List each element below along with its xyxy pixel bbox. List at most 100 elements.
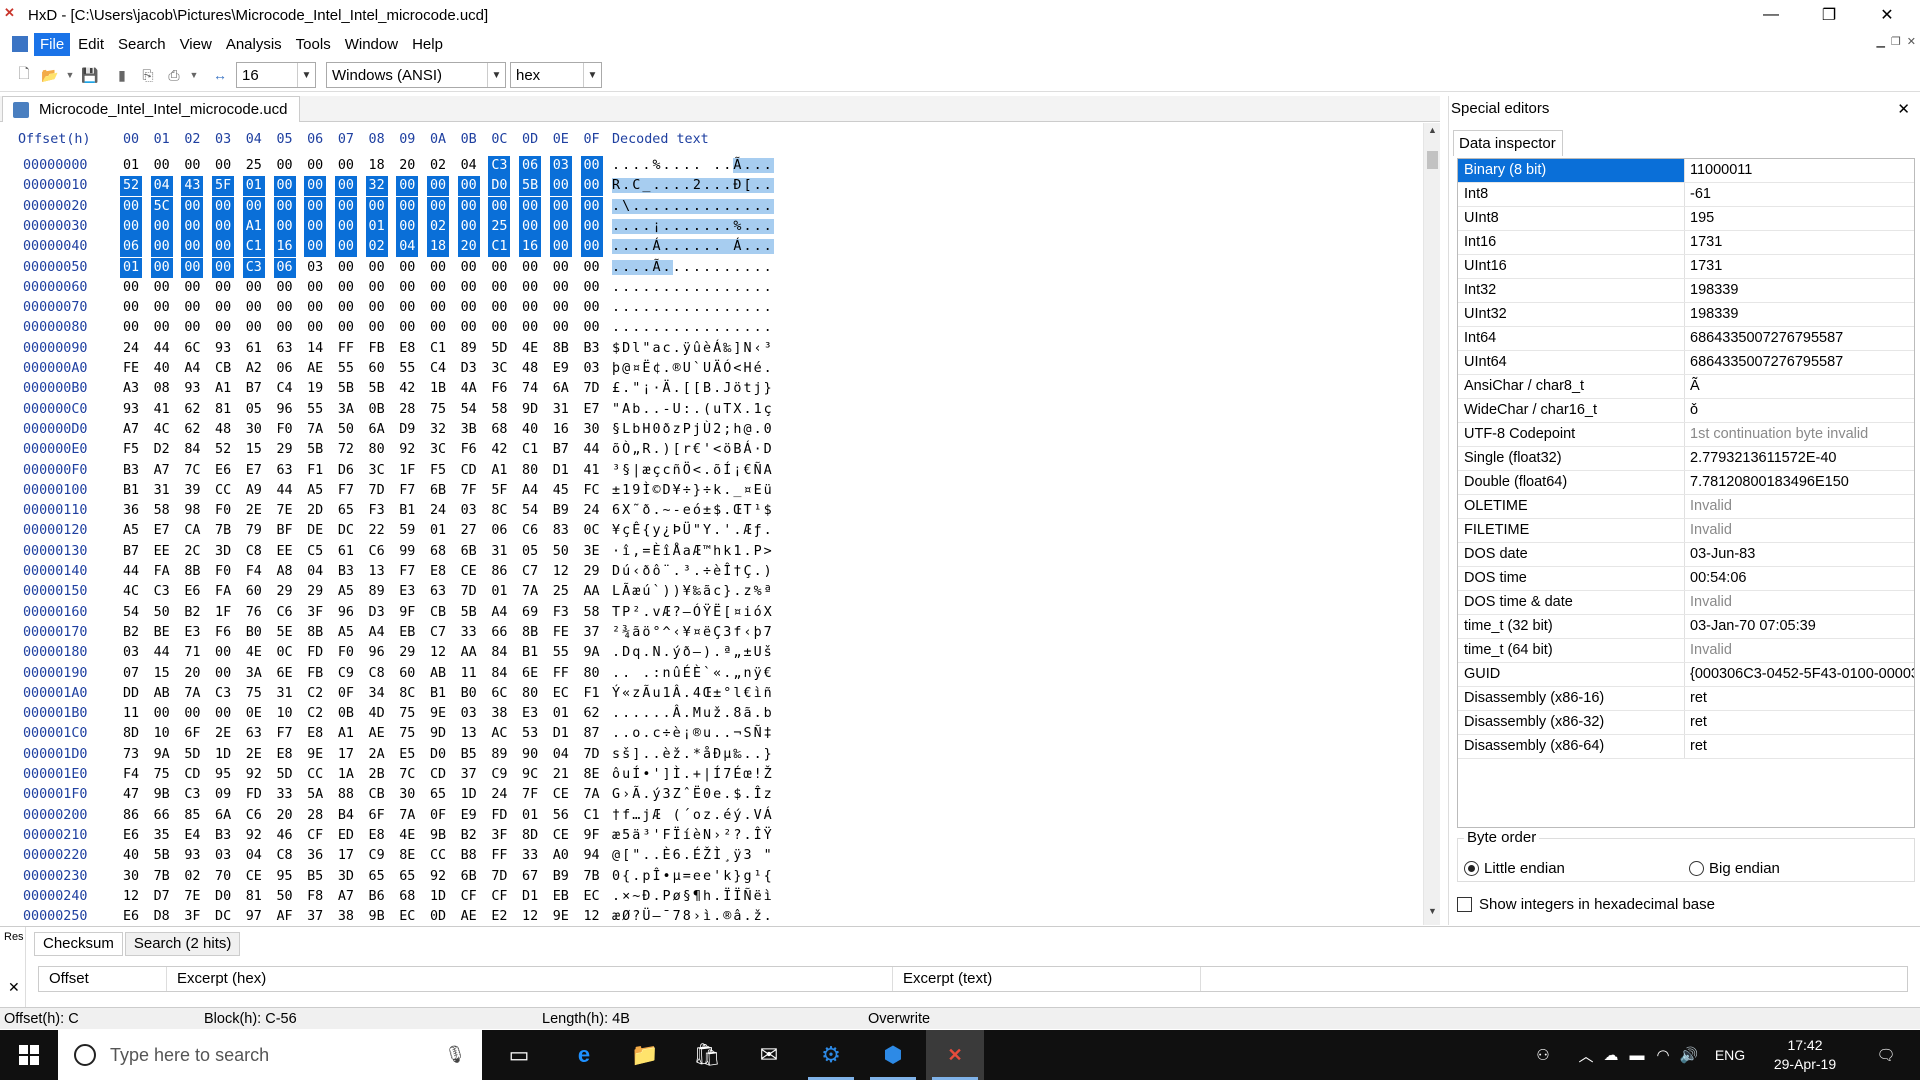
hex-byte[interactable]: 00 bbox=[396, 216, 419, 237]
hex-byte[interactable]: 7D bbox=[458, 582, 480, 602]
hex-byte[interactable]: 40 bbox=[519, 420, 541, 440]
hex-byte[interactable]: C1 bbox=[427, 339, 449, 359]
volume-icon[interactable]: 🔊 bbox=[1678, 1030, 1700, 1080]
hex-byte[interactable]: 79 bbox=[243, 521, 265, 541]
decoded-text[interactable]: ôuÍ•']Ì.+|Í7Éœ!Ž bbox=[612, 765, 774, 785]
decoded-text[interactable]: §LbH0ðzPjÙ2;h@.0 bbox=[612, 420, 774, 440]
hex-byte[interactable]: 00 bbox=[212, 704, 234, 724]
mdi-minimize-icon[interactable]: ▁ bbox=[1876, 35, 1884, 48]
inspector-row[interactable]: FILETIME Invalid bbox=[1458, 519, 1914, 543]
hex-byte[interactable]: A5 bbox=[120, 521, 142, 541]
hex-byte[interactable]: 43 bbox=[181, 176, 204, 197]
hex-byte[interactable]: 84 bbox=[488, 643, 510, 663]
hex-byte[interactable]: 4D bbox=[366, 704, 388, 724]
hex-byte[interactable]: 00 bbox=[304, 278, 326, 298]
hex-byte[interactable]: 62 bbox=[581, 704, 603, 724]
decoded-text[interactable]: æ5ä³'FÏíèN›²?.ÎŸ bbox=[612, 826, 774, 846]
hex-byte[interactable]: F3 bbox=[366, 501, 388, 521]
inspector-row[interactable]: Disassembly (x86-64) ret bbox=[1458, 735, 1914, 759]
hex-byte[interactable]: 84 bbox=[488, 664, 510, 684]
hex-byte[interactable]: 2D bbox=[304, 501, 326, 521]
hex-byte[interactable]: 00 bbox=[580, 196, 603, 217]
hex-byte[interactable]: 0C bbox=[274, 643, 296, 663]
hex-byte[interactable]: 7E bbox=[274, 501, 296, 521]
hex-byte[interactable]: E7 bbox=[581, 400, 603, 420]
hex-byte[interactable]: D8 bbox=[151, 907, 173, 925]
hex-row[interactable]: 00000150 4C C3 E6 FA 60 29 29 A5 89 E3 63 7D 01 7A 25 AA… bbox=[0, 582, 1423, 602]
hex-byte[interactable]: 8B bbox=[519, 623, 541, 643]
hex-byte[interactable]: 00 bbox=[181, 237, 204, 258]
hex-row[interactable]: 000000C0 93 41 62 81 05 96 55 3A 0B 28 75 54 58 9D 31 E7… bbox=[0, 400, 1423, 420]
decoded-text[interactable]: R.C_....2...Ð[.. bbox=[612, 176, 774, 196]
hex-byte[interactable]: 3C bbox=[488, 359, 510, 379]
hex-byte[interactable]: D0 bbox=[427, 745, 449, 765]
hex-byte[interactable]: F1 bbox=[304, 461, 326, 481]
hex-byte[interactable]: 04 bbox=[150, 176, 173, 197]
hex-byte[interactable]: CC bbox=[212, 481, 234, 501]
inspector-value[interactable]: Invalid bbox=[1690, 519, 1914, 542]
hex-byte[interactable]: 95 bbox=[274, 867, 296, 887]
hex-byte[interactable]: E9 bbox=[550, 359, 572, 379]
decoded-text[interactable]: .×~Ð.Pø§¶h.ÏÏÑëì bbox=[612, 887, 774, 907]
hex-byte[interactable]: C6 bbox=[243, 806, 265, 826]
hex-row[interactable]: 000001A0 DD AB 7A C3 75 31 C2 0F 34 8C B1 B0 6C 80 EC F1… bbox=[0, 684, 1423, 704]
hex-byte[interactable]: 03 bbox=[304, 258, 326, 278]
hex-byte[interactable]: 02 bbox=[365, 237, 388, 258]
hex-byte[interactable]: 3D bbox=[212, 542, 234, 562]
wifi-icon[interactable]: ◠ bbox=[1652, 1030, 1674, 1080]
hex-byte[interactable]: 7D bbox=[488, 867, 510, 887]
inspector-value[interactable]: 2.7793213611572E-40 bbox=[1690, 447, 1914, 470]
inspector-row[interactable]: DOS time 00:54:06 bbox=[1458, 567, 1914, 591]
hex-byte[interactable]: 59 bbox=[396, 521, 418, 541]
hex-byte[interactable]: 9E bbox=[550, 907, 572, 925]
hex-byte[interactable]: 00 bbox=[550, 298, 572, 318]
hex-byte[interactable]: 00 bbox=[212, 298, 234, 318]
hex-byte[interactable]: 92 bbox=[243, 826, 265, 846]
hex-row[interactable]: 000000F0 B3 A7 7C E6 E7 63 F1 D6 3C 1F F5 CD A1 80 D1 41… bbox=[0, 461, 1423, 481]
hex-byte[interactable]: EC bbox=[550, 684, 572, 704]
menu-edit[interactable]: Edit bbox=[72, 33, 110, 56]
hex-byte[interactable]: 01 bbox=[242, 176, 265, 197]
hex-byte[interactable]: 44 bbox=[274, 481, 296, 501]
hex-byte[interactable]: 00 bbox=[427, 318, 449, 338]
hex-byte[interactable]: 66 bbox=[151, 806, 173, 826]
inspector-row[interactable]: OLETIME Invalid bbox=[1458, 495, 1914, 519]
hex-byte[interactable]: 55 bbox=[304, 400, 326, 420]
decoded-text[interactable]: ²¾ãö°^‹¥¤ëÇ3f‹þ7 bbox=[612, 623, 774, 643]
hex-byte[interactable]: 4C bbox=[151, 420, 173, 440]
hex-byte[interactable]: B1 bbox=[427, 684, 449, 704]
hex-byte[interactable]: 92 bbox=[396, 440, 418, 460]
hex-byte[interactable]: 05 bbox=[243, 400, 265, 420]
hex-byte[interactable]: CE bbox=[458, 562, 480, 582]
hex-byte[interactable]: 25 bbox=[488, 216, 511, 237]
hex-byte[interactable]: 73 bbox=[120, 745, 142, 765]
hex-row[interactable]: 000000D0 A7 4C 62 48 30 F0 7A 50 6A D9 32 3B 68 40 16 30… bbox=[0, 420, 1423, 440]
hex-byte[interactable]: BF bbox=[274, 521, 296, 541]
hex-byte[interactable]: F6 bbox=[488, 379, 510, 399]
hex-byte[interactable]: A5 bbox=[335, 582, 357, 602]
hex-byte[interactable]: A7 bbox=[120, 420, 142, 440]
package-app-icon[interactable]: ⬢ bbox=[864, 1030, 922, 1080]
hex-byte[interactable]: EC bbox=[396, 907, 418, 925]
scroll-up-icon[interactable]: ▲ bbox=[1424, 125, 1441, 142]
hex-byte[interactable]: FF bbox=[550, 664, 572, 684]
hex-row[interactable]: 00000040 06 00 00 00 C1 16 00 00 02 04 18 20 C1 16 00 00… bbox=[0, 237, 1423, 258]
decoded-text[interactable]: †f…jÆ (´oz.éý.VÁ bbox=[612, 806, 774, 826]
hex-byte[interactable]: 8E bbox=[396, 846, 418, 866]
hex-byte[interactable]: 3A bbox=[243, 664, 265, 684]
hex-byte[interactable]: 65 bbox=[396, 867, 418, 887]
hex-byte[interactable]: 86 bbox=[120, 806, 142, 826]
hex-byte[interactable]: 00 bbox=[334, 176, 357, 197]
inspector-value[interactable]: {000306C3-0452-5F43-0100-00003 bbox=[1690, 663, 1914, 686]
hex-byte[interactable]: 89 bbox=[366, 582, 388, 602]
decoded-text[interactable]: ³§|æçcñÖ<.õÍ¡€ÑA bbox=[612, 461, 774, 481]
hex-byte[interactable]: 00 bbox=[304, 216, 327, 237]
hex-byte[interactable]: A1 bbox=[335, 724, 357, 744]
hex-byte[interactable]: 6A bbox=[212, 806, 234, 826]
hex-byte[interactable]: 00 bbox=[396, 196, 419, 217]
hex-row[interactable]: 00000010 52 04 43 5F 01 00 00 00 32 00 00 00 D0 5B 00 00… bbox=[0, 176, 1423, 197]
hex-byte[interactable]: CB bbox=[366, 785, 388, 805]
bytes-per-row-select[interactable]: 16 ▼ bbox=[236, 62, 316, 88]
hex-byte[interactable]: C4 bbox=[274, 379, 296, 399]
hex-byte[interactable]: 9A bbox=[151, 745, 173, 765]
